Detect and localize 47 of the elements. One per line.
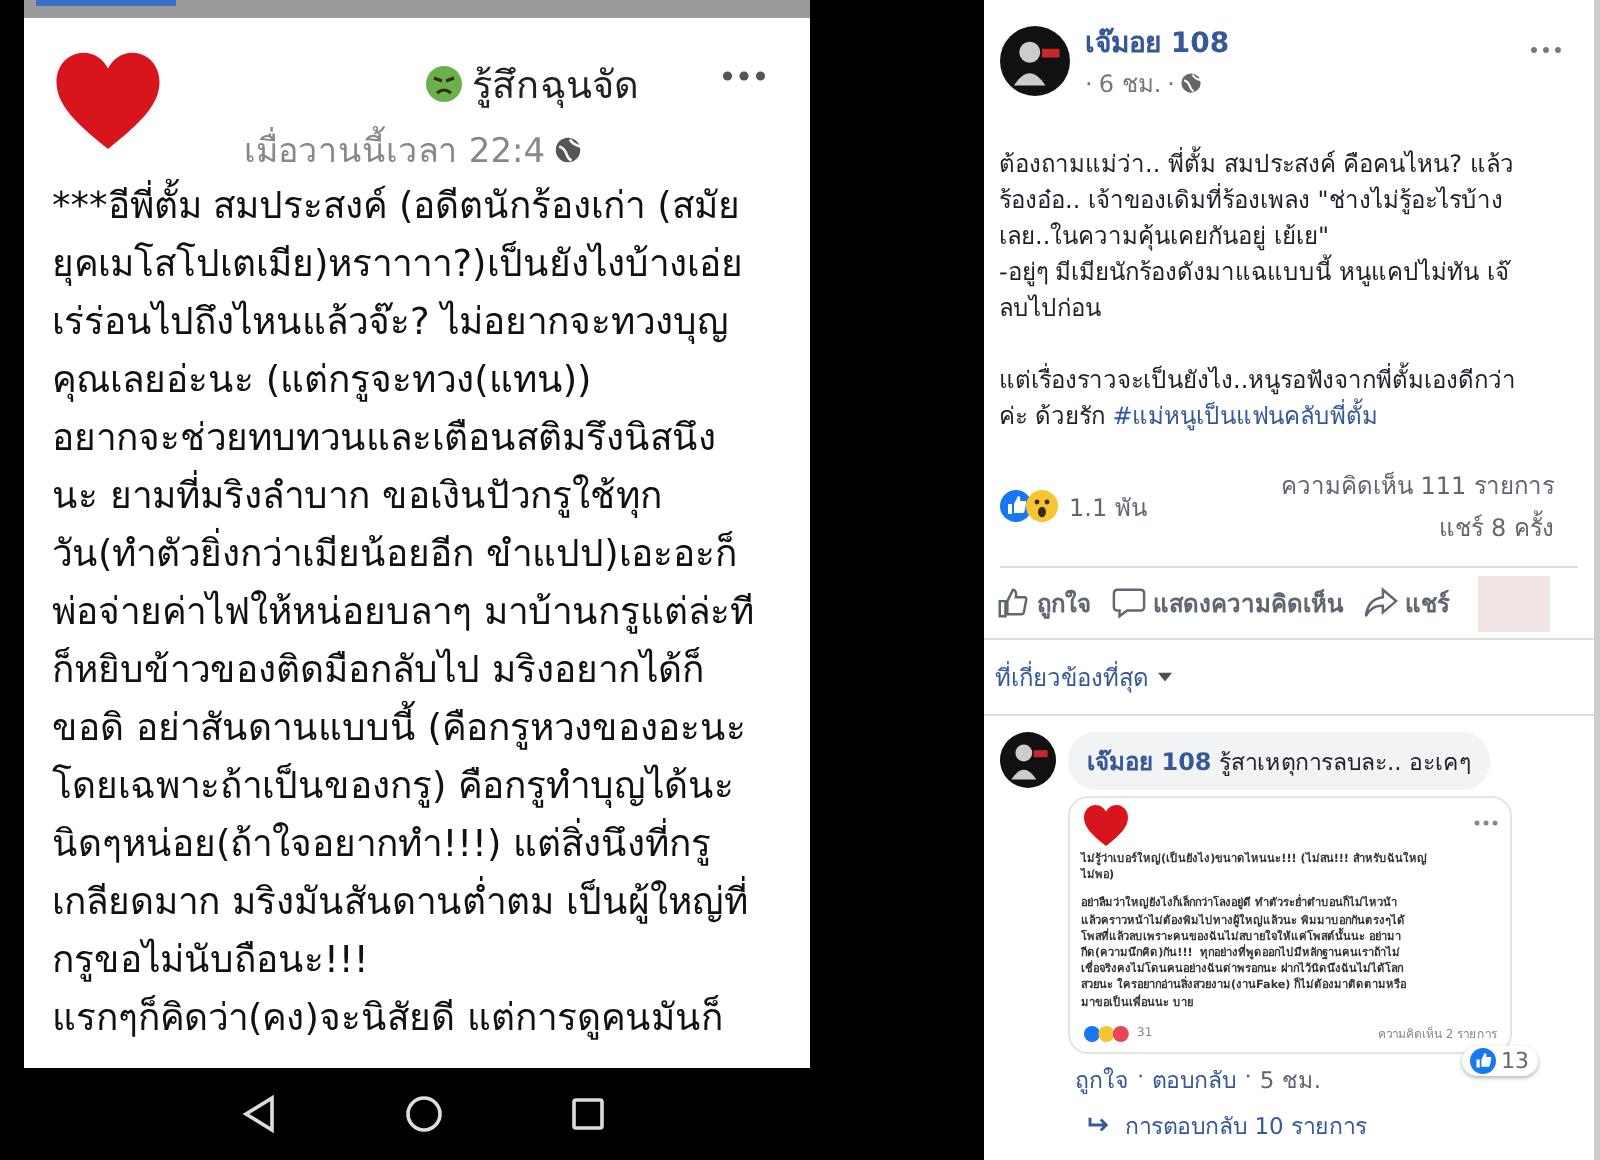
like-count-badge[interactable]: 13 — [1461, 1045, 1538, 1076]
post-time: เมื่อวานนี้เวลา 22:4 — [244, 122, 546, 176]
caret-icon — [1157, 672, 1172, 682]
reactions-icon — [1081, 1025, 1134, 1042]
comment-button[interactable]: แสดงความคิดเห็น — [1107, 572, 1348, 634]
avatar[interactable] — [999, 732, 1056, 788]
sort-dropdown[interactable]: ที่เกี่ยวข้องที่สุด — [995, 658, 1172, 696]
separator-dot: · — [1085, 69, 1093, 97]
like-button[interactable]: ถูกใจ — [991, 572, 1096, 634]
more-icon[interactable] — [1530, 45, 1562, 53]
angry-emoji-icon — [424, 64, 464, 104]
comment-time[interactable]: 5 ชม. — [1259, 1061, 1321, 1098]
share-count[interactable]: แชร์ 8 ครั้ง — [1439, 508, 1554, 546]
avatar[interactable] — [999, 26, 1070, 96]
post-text: แต่เรื่องราวจะเป็นยังไง..หนูรอฟังจากพี่ตั้มเองดีกว่า ค่ะ ด้วยรัก #แม่หนูเป็นแฟนคลับพี่ตั้ม — [999, 362, 1519, 434]
more-icon — [1473, 820, 1498, 826]
recents-icon[interactable] — [568, 1094, 609, 1134]
replies-link[interactable]: การตอบกลับ 10 รายการ — [1125, 1107, 1367, 1144]
separator-dot: · — [1244, 1061, 1252, 1094]
reply-link[interactable]: ตอบกลับ — [1152, 1061, 1237, 1098]
avatar-placeholder — [1477, 575, 1550, 631]
heart-avatar-icon — [1081, 804, 1130, 848]
post-time[interactable]: 6 ชม. — [1098, 64, 1162, 102]
thumbs-up-icon — [995, 586, 1030, 620]
separator-dot: · — [1137, 1061, 1145, 1094]
home-icon[interactable] — [404, 1094, 445, 1134]
feeling-text: รู้สึกฉุนจัด — [472, 62, 638, 112]
speech-bubble-icon — [1111, 586, 1146, 620]
post-text: ต้องถามแม่ว่า.. พี่ตั้ม สมประสงค์ คือคนไหน? แล้ว ร้องอ๋อ.. เจ้าของเดิมที่ร้องเพลง "ช่างไม่รู้อะไรบ้าง เลย..ในความคุ้นเคยกันอยู่ เย้เย" -อยู่ๆ มีเมียนักร้องดังมาแฉแบบนี้ หนูแคปไม่ทัน เจ๊ ลบไปก่อน — [999, 146, 1516, 326]
like-reaction-icon — [999, 490, 1032, 522]
author-name[interactable]: เจ๊มอย 108 — [1085, 20, 1230, 64]
separator-dot: · — [1167, 69, 1175, 97]
share-arrow-icon — [1363, 586, 1398, 620]
reaction-count[interactable]: 1.1 พัน — [1069, 487, 1147, 525]
comment-text: รู้สาเหตุการลบละ.. อะเคๆ — [1218, 748, 1471, 776]
like-count: 13 — [1501, 1047, 1530, 1074]
like-link[interactable]: ถูกใจ — [1075, 1061, 1130, 1098]
share-button[interactable]: แชร์ — [1359, 572, 1454, 634]
wow-reaction-icon — [1025, 490, 1058, 522]
reply-arrow-icon — [1087, 1116, 1110, 1135]
post-text: ***อีพี่ตั้ม สมประสงค์ (อดีตนักร้องเก่า (สมัย ยุคเมโสโปเตเมีย)หราาาา?)เป็นยังไงบ้างเอ่ย เร่ร่อนไปถึงไหนแล้วจ๊ะ? ไม่อยากจะทวงบุญ คุณเลยอ่ะนะ (แต่กรูจะทวง(แทน)) อยากจะช่วยทบทวนและเตือนสติมรึงนิสนึง นะ ยามที่มริงลำบาก ขอเงินปัวกรูใช้ทุก วัน(ทำตัวยิ่งกว่าเมียน้อยอีก ขำแปป)เอะอะก็ พ่อจ่ายค่าไฟให้หน่อยบลาๆ มาบ้านกรูแต่ล่ะที ก็หยิบข้าวของติดมือกลับไป มริงอยากได้ก็ ขอดิ อย่าสันดานแบบนี้ (คือกรูหวงของอะนะ โดยเฉพาะถ้าเป็นของกรู) คือกรูทำบุญได้นะ นิดๆหน่อย(ถ้าใจอยากทำ!!!) แต่สิ่งนึงที่กรู เกลียดมาก มริงมันสันดานต่ำตม เป็นผู้ใหญ่ที่ กรูขอไม่นับถือนะ!!! — [52, 178, 794, 990]
author-name[interactable]: เจ๊มอย 108 — [1087, 748, 1212, 776]
more-icon[interactable] — [721, 70, 766, 82]
hashtag-link[interactable]: #แม่หนูเป็นแฟนคลับพี่ตั้ม — [1112, 402, 1379, 430]
post-text: แรกๆก็คิดว่า(คง)จะนิสัยดี แต่การดูคนมันก็ — [52, 993, 725, 1044]
heart-avatar-icon — [52, 50, 164, 154]
comment-count[interactable]: ความคิดเห็น 111 รายการ — [1280, 466, 1554, 504]
